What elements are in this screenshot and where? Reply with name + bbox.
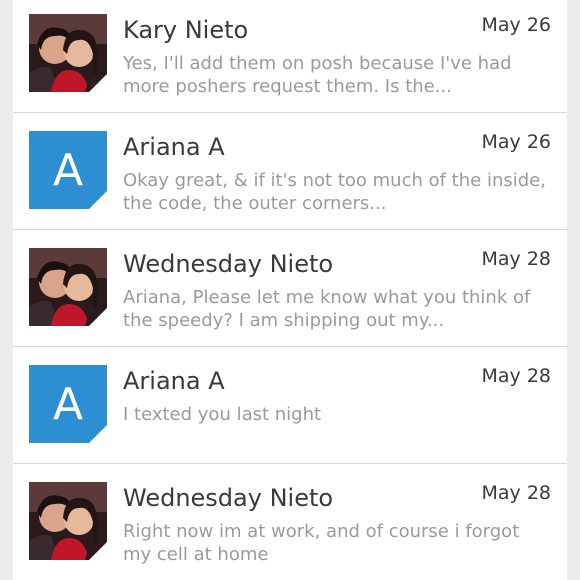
avatar[interactable]: A (29, 365, 107, 443)
conversation-row[interactable]: A Ariana A May 26 Okay great, & if it's … (13, 113, 567, 230)
message-date: May 26 (481, 131, 552, 153)
avatar[interactable] (29, 482, 107, 560)
contact-name: Wednesday Nieto (123, 250, 334, 278)
message-date: May 28 (481, 365, 552, 387)
message-date: May 28 (481, 248, 552, 270)
message-date: May 26 (481, 14, 552, 36)
message-preview: Yes, I'll add them on posh because I've … (123, 53, 512, 97)
message-preview: I texted you last night (123, 404, 322, 425)
contact-name: Wednesday Nieto (123, 484, 334, 512)
message-preview: Ariana, Please let me know what you thin… (123, 287, 531, 331)
message-date: May 28 (481, 482, 552, 504)
avatar[interactable] (29, 248, 107, 326)
avatar[interactable] (29, 14, 107, 92)
conversation-row[interactable]: A Ariana A May 28 I texted you last nigh… (13, 347, 567, 464)
avatar-corner (89, 191, 107, 209)
contact-name: Ariana A (123, 133, 225, 161)
avatar-letter: A (52, 144, 84, 196)
conversation-row[interactable]: Wednesday Nieto May 28 Right now im at w… (13, 464, 567, 580)
contact-name: Kary Nieto (123, 16, 249, 44)
conversation-list: Kary Nieto May 26 Yes, I'll add them on … (13, 0, 567, 580)
avatar-corner (89, 308, 107, 326)
message-preview: Right now im at work, and of course i fo… (123, 521, 520, 565)
avatar-corner (89, 74, 107, 92)
avatar-letter: A (52, 378, 84, 430)
avatar-corner (89, 542, 107, 560)
avatar[interactable]: A (29, 131, 107, 209)
conversation-row[interactable]: Wednesday Nieto May 28 Ariana, Please le… (13, 230, 567, 347)
conversation-row[interactable]: Kary Nieto May 26 Yes, I'll add them on … (13, 0, 567, 113)
avatar-corner (89, 425, 107, 443)
contact-name: Ariana A (123, 367, 225, 395)
message-preview: Okay great, & if it's not too much of th… (123, 170, 546, 214)
